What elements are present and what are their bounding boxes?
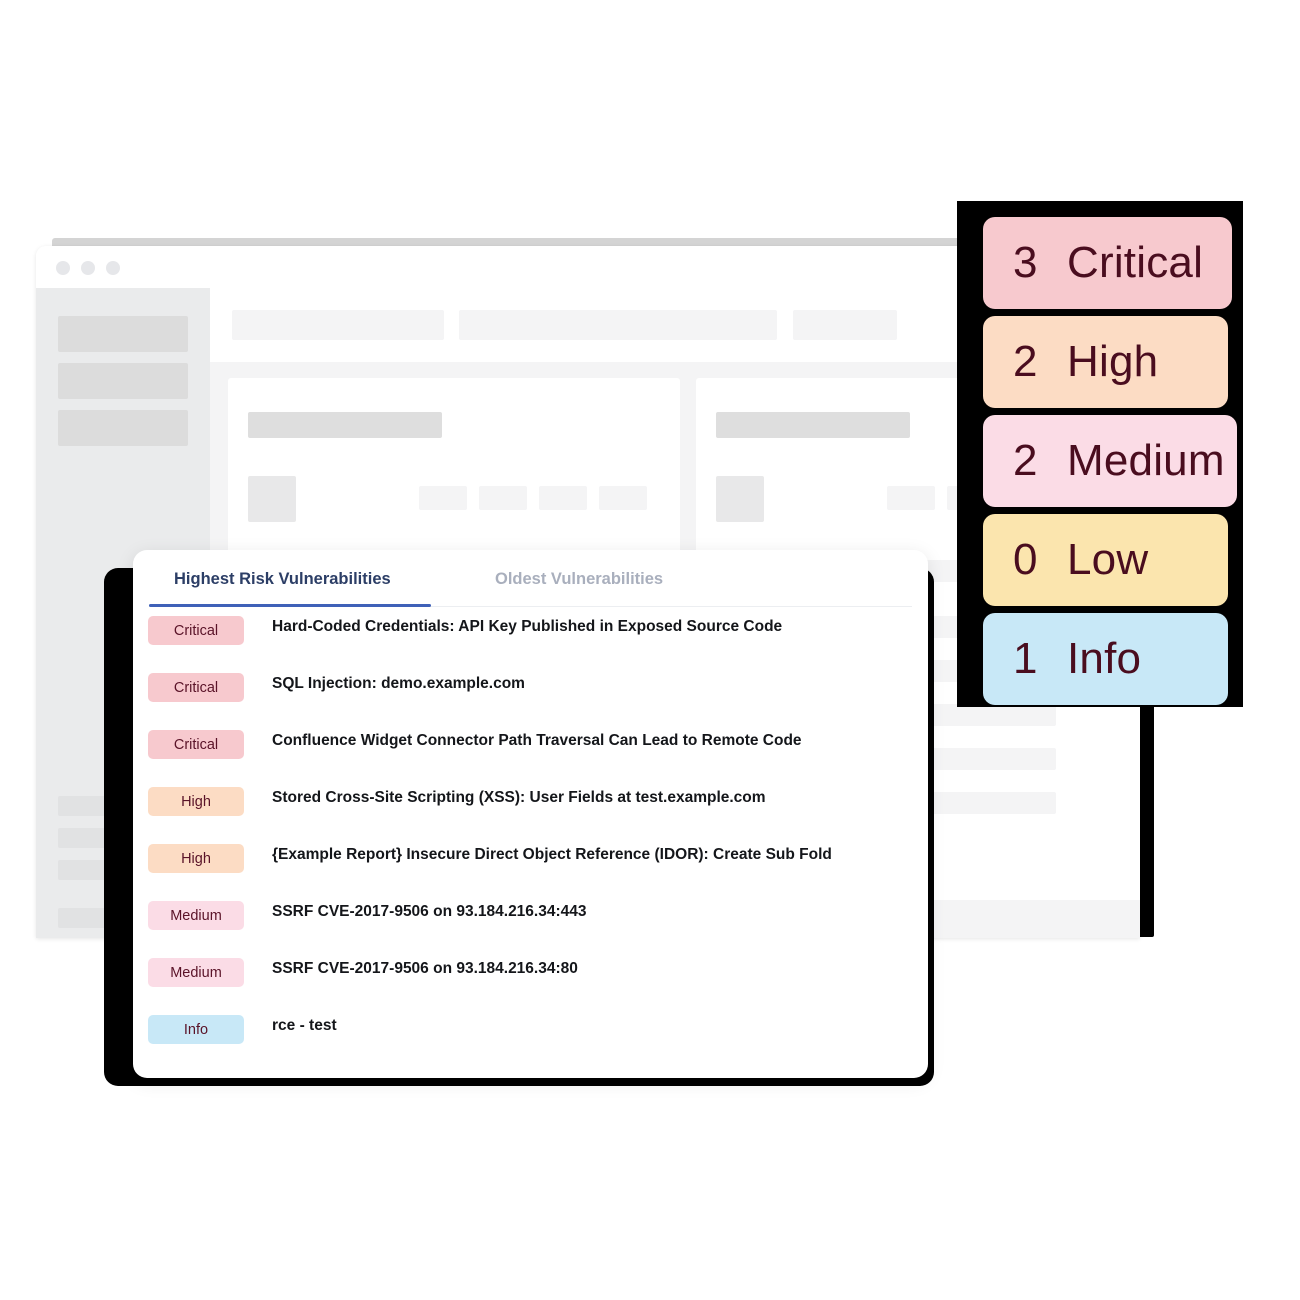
card-bar-skeleton [599, 486, 647, 510]
card-bar-skeleton [887, 486, 935, 510]
vulnerability-title[interactable]: {Example Report} Insecure Direct Object … [272, 846, 832, 864]
card-bar-skeleton [539, 486, 587, 510]
severity-badge-critical[interactable]: 3 Critical [983, 217, 1232, 309]
table-row[interactable]: Medium SSRF CVE-2017-9506 on 93.184.216.3… [133, 893, 928, 950]
sidebar-skeleton-bar [58, 363, 188, 399]
severity-badge-high[interactable]: 2 High [983, 316, 1228, 408]
vulnerability-title[interactable]: SSRF CVE-2017-9506 on 93.184.216.34:80 [272, 960, 578, 978]
sidebar-skeleton-bar [58, 316, 188, 352]
severity-count: 1 [1013, 634, 1038, 683]
table-row[interactable]: High {Example Report} Insecure Direct Obj… [133, 836, 928, 893]
maximize-dot-icon[interactable] [106, 261, 120, 275]
vulnerability-title[interactable]: SQL Injection: demo.example.com [272, 675, 525, 693]
severity-chip: Medium [148, 901, 244, 930]
severity-chip: Critical [148, 730, 244, 759]
vulnerabilities-tabs: Highest Risk Vulnerabilities Oldest Vuln… [133, 550, 928, 608]
severity-chip: Critical [148, 673, 244, 702]
minimize-dot-icon[interactable] [81, 261, 95, 275]
card-bar-skeleton [419, 486, 467, 510]
table-row[interactable]: Medium SSRF CVE-2017-9506 on 93.184.216.3… [133, 950, 928, 1007]
severity-count: 2 [1013, 436, 1038, 485]
severity-label: Low [1067, 535, 1149, 584]
tab-oldest-vulnerabilities[interactable]: Oldest Vulnerabilities [495, 570, 663, 589]
severity-count: 3 [1013, 238, 1038, 287]
screenshot-root: 3 Critical 2 High 2 Medium 0 Low 1 Info … [0, 0, 1300, 1300]
severity-chip: Medium [148, 958, 244, 987]
filter-skeleton [232, 310, 444, 340]
severity-count: 2 [1013, 337, 1038, 386]
severity-label: Info [1067, 634, 1142, 683]
card-metric-skeleton [716, 476, 764, 522]
vulnerability-title[interactable]: SSRF CVE-2017-9506 on 93.184.216.34:443 [272, 903, 587, 921]
severity-badge-medium[interactable]: 2 Medium [983, 415, 1237, 507]
severity-chip: High [148, 844, 244, 873]
card-bar-skeleton [479, 486, 527, 510]
severity-chip: Info [148, 1015, 244, 1044]
table-row[interactable]: Critical SQL Injection: demo.example.com [133, 665, 928, 722]
table-row[interactable]: Info rce - test [133, 1007, 928, 1064]
vulnerabilities-card: Highest Risk Vulnerabilities Oldest Vuln… [133, 550, 928, 1078]
vulnerability-title[interactable]: Confluence Widget Connector Path Travers… [272, 732, 802, 750]
table-row[interactable]: Critical Confluence Widget Connector Path… [133, 722, 928, 779]
close-dot-icon[interactable] [56, 261, 70, 275]
table-row[interactable]: High Stored Cross-Site Scripting (XSS): U… [133, 779, 928, 836]
card-metric-skeleton [248, 476, 296, 522]
filter-skeleton [793, 310, 897, 340]
vulnerability-title[interactable]: Stored Cross-Site Scripting (XSS): User … [272, 789, 766, 807]
severity-chip: High [148, 787, 244, 816]
sidebar-skeleton-bar [58, 410, 188, 446]
severity-chip: Critical [148, 616, 244, 645]
severity-label: Medium [1067, 436, 1225, 485]
severity-badge-low[interactable]: 0 Low [983, 514, 1228, 606]
card-title-skeleton [716, 412, 910, 438]
severity-label: Critical [1067, 238, 1204, 287]
severity-label: High [1067, 337, 1159, 386]
tab-highest-risk-vulnerabilities[interactable]: Highest Risk Vulnerabilities [174, 570, 391, 589]
tab-active-underline [149, 604, 431, 607]
vulnerabilities-list: Critical Hard-Coded Credentials: API Key … [133, 608, 928, 1064]
severity-count: 0 [1013, 535, 1038, 584]
chart-card-skeleton [228, 378, 680, 560]
vulnerability-title[interactable]: Hard-Coded Credentials: API Key Publishe… [272, 618, 782, 636]
severity-badge-info[interactable]: 1 Info [983, 613, 1228, 705]
card-title-skeleton [248, 412, 442, 438]
filter-skeleton [459, 310, 777, 340]
vulnerability-title[interactable]: rce - test [272, 1017, 337, 1035]
table-row[interactable]: Critical Hard-Coded Credentials: API Key … [133, 608, 928, 665]
